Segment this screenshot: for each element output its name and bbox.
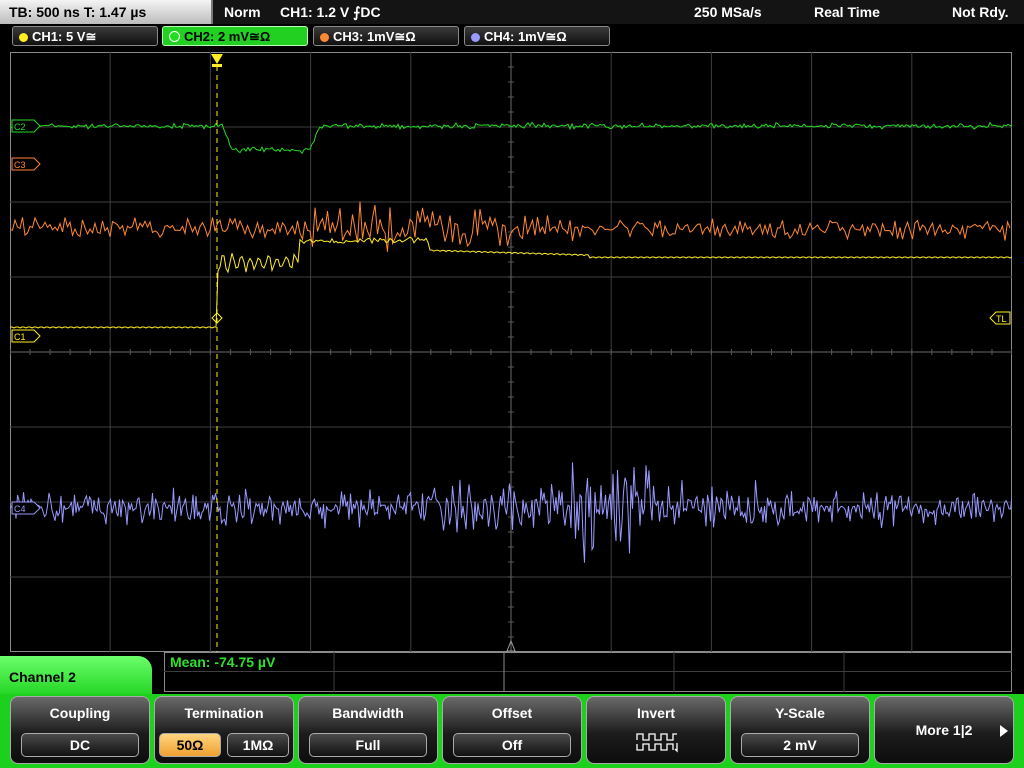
yscale-value[interactable]: 2 mV [741,733,859,757]
ch4-color-icon [471,33,480,42]
invert-waveform-icon [636,733,678,753]
acquisition-mode: Real Time [814,4,880,20]
tab-ch4-label: CH4: 1mV≅Ω [484,29,567,44]
tab-ch1-label: CH1: 5 V≅ [32,29,97,44]
ch3-marker-label: C3 [14,160,26,170]
termination-label: Termination [184,705,264,721]
offset-label: Offset [491,705,533,721]
ch4-offset-marker[interactable]: C4 [11,501,41,515]
trigger-level-label: TL [996,314,1007,324]
trigger-state: Not Rdy. [952,4,1009,20]
ch3-color-icon [320,33,329,42]
trigger-mode: Norm [224,4,261,20]
more-label: More 1|2 [915,722,973,738]
ch1-marker-label: C1 [14,332,26,342]
ch1-offset-marker[interactable]: C1 [11,329,41,343]
status-bar: TB: 500 ns T: 1.47 µs Norm CH1: 1.2 V ⨍D… [0,0,1024,24]
menu-title: Channel 2 [0,656,152,698]
ch2-color-icon [169,31,180,42]
ch4-marker-label: C4 [14,504,26,514]
ch2-marker-label: C2 [14,122,26,132]
ch3-offset-marker[interactable]: C3 [11,157,41,171]
timebase-readout[interactable]: TB: 500 ns T: 1.47 µs [0,0,213,24]
waveform-display[interactable]: C2 C3 C1 C4 TL [10,52,1012,652]
bandwidth-softkey[interactable]: Bandwidth Full [298,696,438,764]
measurement-panel [164,652,1012,692]
sample-rate: 250 MSa/s [694,4,762,20]
tab-ch2[interactable]: CH2: 2 mV≅Ω [162,26,308,46]
termination-1mohm[interactable]: 1MΩ [227,733,289,757]
yscale-softkey[interactable]: Y-Scale 2 mV [730,696,870,764]
coupling-value[interactable]: DC [21,733,139,757]
trigger-settings: CH1: 1.2 V ⨍DC [280,4,381,20]
termination-50ohm[interactable]: 50Ω [159,733,221,757]
offset-softkey[interactable]: Offset Off [442,696,582,764]
tab-ch4[interactable]: CH4: 1mV≅Ω [464,26,610,46]
tab-ch1[interactable]: CH1: 5 V≅ [12,26,158,46]
coupling-label: Coupling [49,705,111,721]
termination-softkey[interactable]: Termination 50Ω 1MΩ [154,696,294,764]
yscale-label: Y-Scale [775,705,825,721]
tab-ch2-label: CH2: 2 mV≅Ω [184,29,271,44]
invert-softkey[interactable]: Invert [586,696,726,764]
ch1-color-icon [19,33,28,42]
bandwidth-label: Bandwidth [332,705,404,721]
tab-ch3-label: CH3: 1mV≅Ω [333,29,416,44]
ch2-offset-marker[interactable]: C2 [11,119,41,133]
bandwidth-value[interactable]: Full [309,733,427,757]
more-softkey[interactable]: More 1|2 [874,696,1014,764]
next-page-icon [1000,725,1008,737]
tab-ch3[interactable]: CH3: 1mV≅Ω [313,26,459,46]
channel-tabs: CH1: 5 V≅ CH2: 2 mV≅Ω CH3: 1mV≅Ω CH4: 1m… [0,26,1024,48]
coupling-softkey[interactable]: Coupling DC [10,696,150,764]
mean-measurement[interactable]: Mean: -74.75 µV [170,654,275,670]
softkey-bar: Coupling DC Termination 50Ω 1MΩ Bandwidt… [0,694,1024,768]
invert-label: Invert [636,705,676,721]
offset-value[interactable]: Off [453,733,571,757]
